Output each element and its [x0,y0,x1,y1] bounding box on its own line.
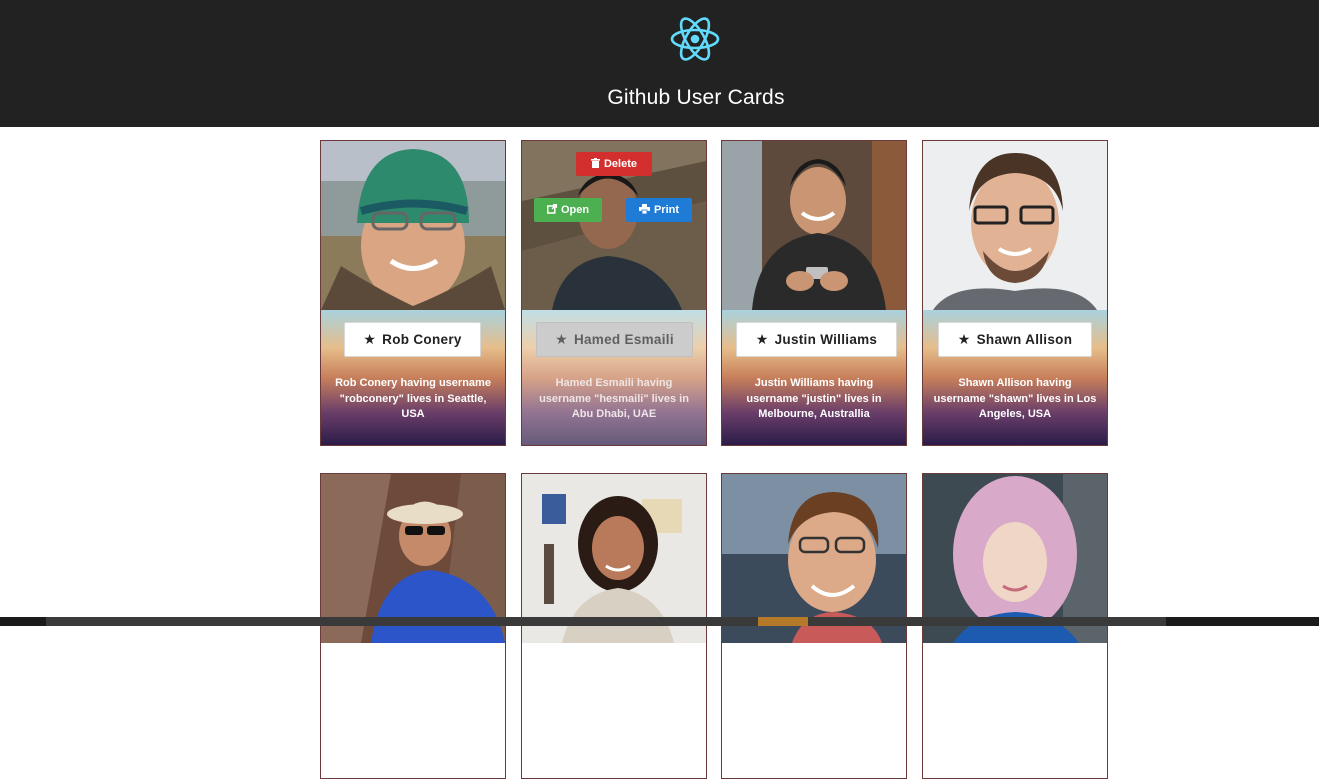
star-icon: ★ [555,331,568,347]
taskbar-strip [46,617,1166,626]
user-card[interactable]: Delete Open Print ★ Hamed Esmaili Hamed … [521,140,707,446]
card-info: ★ Rob Conery Rob Conery having username … [321,310,505,445]
user-avatar [923,141,1107,310]
open-label: Open [560,204,590,216]
user-name: Justin Williams [774,332,878,347]
taskbar-active-item[interactable] [758,617,808,626]
taskbar [0,617,1319,626]
user-card[interactable]: ★ Rob Conery Rob Conery having username … [320,140,506,446]
user-description: Shawn Allison having username "shawn" li… [933,377,1097,420]
trash-icon [590,157,600,171]
page-title: Github User Cards [607,86,785,109]
card-info: ★ Hamed Esmaili Hamed Esmaili having use… [522,310,706,445]
user-name-button[interactable]: ★ Shawn Allison [938,322,1092,357]
print-label: Print [653,204,680,216]
user-card[interactable]: ★ Shawn Allison Shawn Allison having use… [922,140,1108,446]
star-icon: ★ [363,331,377,347]
open-button[interactable]: Open [534,198,602,222]
card-info: ★ Shawn Allison Shawn Allison having use… [923,310,1107,445]
delete-button[interactable]: Delete [576,152,652,176]
print-button[interactable]: Print [626,198,692,222]
user-name-button[interactable]: ★ Rob Conery [344,322,481,357]
user-card[interactable] [922,473,1108,779]
app-header: Github User Cards [0,0,1319,127]
card-info: ★ Justin Williams Justin Williams having… [722,310,906,445]
user-name: Shawn Allison [976,332,1073,347]
user-card[interactable] [521,473,707,779]
external-link-icon [546,203,558,217]
user-avatar [321,141,505,310]
user-card[interactable] [320,473,506,779]
star-icon: ★ [755,331,769,347]
user-name-button[interactable]: ★ Hamed Esmaili [536,322,693,357]
printer-icon [638,203,650,217]
user-avatar [722,141,906,310]
user-name: Rob Conery [382,332,462,347]
user-description: Hamed Esmaili having username "hesmaili"… [539,377,689,420]
user-description: Justin Williams having username "justin"… [746,377,882,420]
user-card[interactable]: ★ Justin Williams Justin Williams having… [721,140,907,446]
user-name-button[interactable]: ★ Justin Williams [736,322,897,357]
user-description: Rob Conery having username "robconery" l… [335,377,491,420]
user-card[interactable] [721,473,907,779]
delete-label: Delete [603,158,638,170]
react-logo-icon [670,17,720,61]
star-icon: ★ [957,331,971,347]
user-name: Hamed Esmaili [573,332,674,347]
